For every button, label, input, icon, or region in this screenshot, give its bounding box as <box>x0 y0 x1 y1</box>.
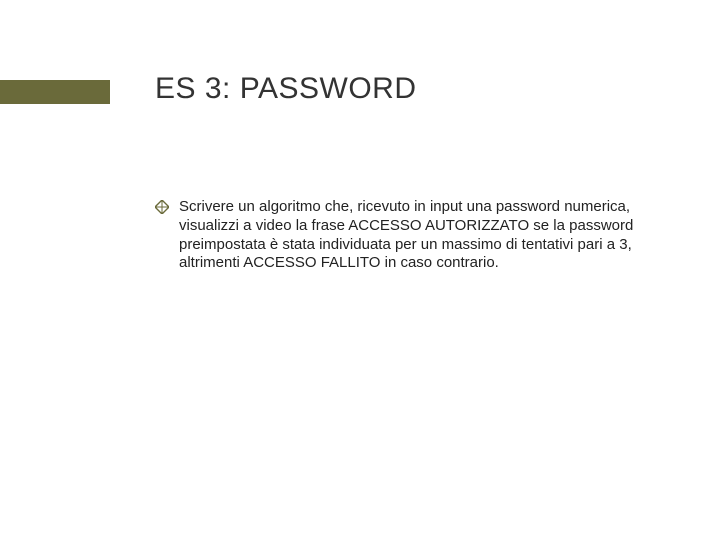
bullet-text: Scrivere un algoritmo che, ricevuto in i… <box>179 198 635 273</box>
slide-title: ES 3: PASSWORD <box>155 72 417 106</box>
bullet-item: Scrivere un algoritmo che, ricevuto in i… <box>155 198 635 273</box>
diamond-icon <box>155 200 169 214</box>
accent-bar <box>0 80 110 104</box>
